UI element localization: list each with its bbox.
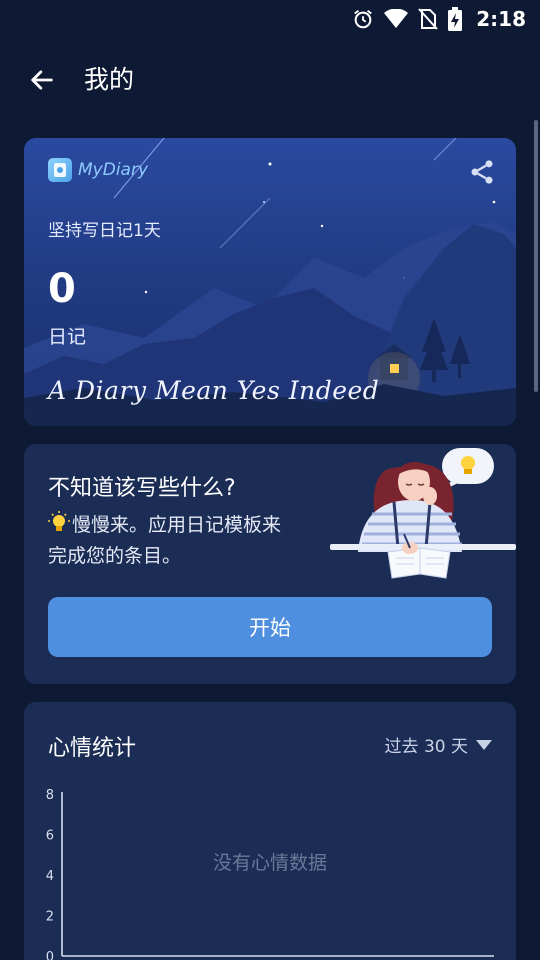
lightbulb-icon bbox=[48, 511, 70, 531]
status-time: 2:18 bbox=[476, 7, 526, 31]
mood-stats-title: 心情统计 bbox=[48, 736, 137, 761]
range-label: 过去 30 天 bbox=[384, 737, 468, 757]
brand-name: MyDiary bbox=[78, 160, 149, 180]
entry-count: 0 bbox=[48, 266, 76, 312]
template-tip-card: 不知道该写些什么? 慢慢来。应用日记模板来完成您的条目。 开始 bbox=[24, 444, 516, 684]
back-button[interactable] bbox=[26, 64, 58, 96]
alarm-icon bbox=[352, 8, 374, 30]
battery-charging-icon bbox=[448, 7, 463, 31]
diary-card[interactable]: MyDiary 坚持写日记1天 0 日记 A Diary Mean Yes In… bbox=[24, 138, 516, 426]
entry-count-label: 日记 bbox=[48, 326, 87, 348]
arrow-left-icon bbox=[31, 70, 53, 90]
empty-mood-message: 没有心情数据 bbox=[212, 852, 327, 874]
page-title: 我的 bbox=[84, 65, 135, 94]
streak-text: 坚持写日记1天 bbox=[48, 221, 161, 241]
tip-body: 慢慢来。应用日记模板来完成您的条目。 bbox=[48, 510, 288, 572]
mood-stats-card: 心情统计 过去 30 天 86420 没有心情数据 bbox=[24, 702, 516, 960]
share-icon bbox=[471, 160, 493, 184]
writing-girl-illustration bbox=[330, 448, 516, 579]
status-bar: 2:18 bbox=[0, 0, 540, 38]
tip-title: 不知道该写些什么? bbox=[48, 476, 236, 501]
y-tick-label: 8 bbox=[46, 788, 54, 803]
app-bar: 我的 bbox=[0, 46, 540, 110]
wifi-icon bbox=[384, 9, 409, 29]
scrollbar[interactable] bbox=[534, 120, 538, 392]
start-button[interactable]: 开始 bbox=[48, 597, 492, 657]
tagline: A Diary Mean Yes Indeed bbox=[48, 376, 380, 405]
share-button[interactable] bbox=[468, 158, 496, 186]
range-dropdown[interactable]: 过去 30 天 bbox=[385, 732, 492, 757]
y-tick-label: 6 bbox=[46, 829, 54, 844]
brand-logo: MyDiary bbox=[48, 158, 148, 182]
diary-book-icon bbox=[48, 158, 72, 182]
tip-body-text: 慢慢来。应用日记模板来完成您的条目。 bbox=[48, 514, 282, 567]
triangle-down-icon bbox=[476, 739, 492, 750]
y-tick-label: 0 bbox=[46, 950, 54, 960]
no-sim-icon bbox=[418, 8, 438, 30]
y-tick-label: 2 bbox=[46, 910, 54, 925]
